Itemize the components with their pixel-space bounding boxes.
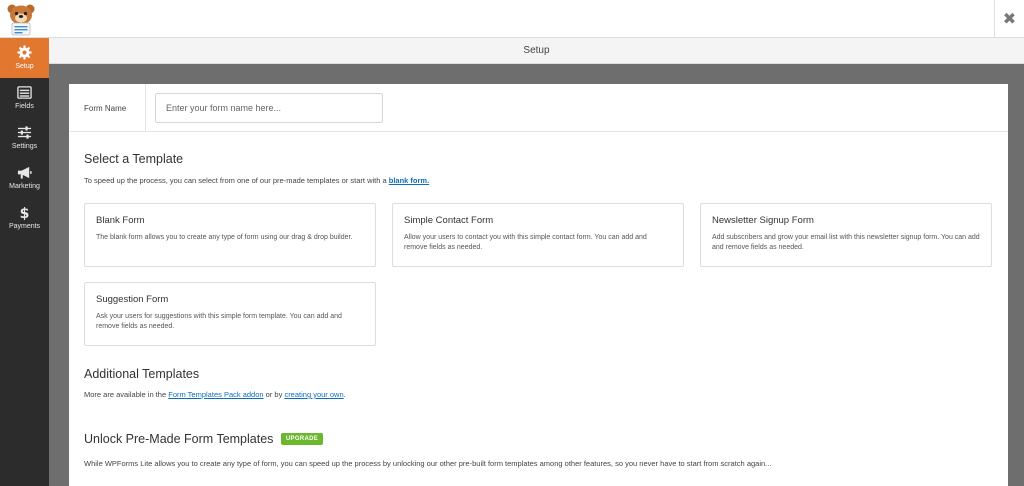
svg-text:$: $	[20, 206, 30, 220]
setup-panel: Form Name Select a Template To speed up …	[69, 84, 1008, 486]
sidebar-item-label: Fields	[15, 103, 34, 110]
sidebar-item-label: Marketing	[9, 183, 40, 190]
text-middle: or by	[265, 390, 283, 399]
sidebar-item-label: Payments	[8, 223, 41, 230]
sliders-icon	[17, 126, 32, 139]
unlock-text: While WPForms Lite allows you to create …	[84, 459, 772, 468]
template-title: Newsletter Signup Form	[712, 215, 814, 226]
text-after: .	[343, 390, 346, 399]
close-icon[interactable]: ✖	[994, 0, 1024, 37]
template-description: Add subscribers and grow your email list…	[712, 234, 980, 251]
template-card-blank-form[interactable]: Blank Form The blank form allows you to …	[84, 203, 376, 267]
builder-canvas: Form Name Select a Template To speed up …	[49, 64, 1024, 486]
select-template-heading: Select a Template	[84, 152, 184, 166]
sidebar-item-setup[interactable]: Setup	[0, 38, 49, 78]
creating-your-own-link[interactable]: creating your own	[284, 390, 343, 399]
sidebar-item-label: Settings	[11, 143, 38, 150]
dollar-icon: $	[20, 206, 30, 220]
form-name-label: Form Name	[69, 84, 146, 132]
form-name-input[interactable]	[155, 93, 383, 123]
wpforms-bear-logo	[4, 2, 38, 36]
template-title: Blank Form	[96, 215, 145, 226]
sidebar-item-payments[interactable]: $ Payments	[0, 198, 49, 238]
template-card-simple-contact-form[interactable]: Simple Contact Form Allow your users to …	[392, 203, 684, 267]
template-description: Allow your users to contact you with thi…	[404, 234, 647, 251]
unlock-heading-row: Unlock Pre-Made Form Templates UPGRADE	[84, 432, 324, 446]
additional-templates-heading: Additional Templates	[84, 367, 200, 381]
template-title: Simple Contact Form	[404, 215, 494, 226]
upgrade-badge[interactable]: UPGRADE	[280, 433, 324, 445]
page-title: Setup	[49, 38, 1024, 64]
sidebar-item-settings[interactable]: Settings	[0, 118, 49, 158]
template-description: Ask your users for suggestions with this…	[96, 313, 342, 330]
form-name-row: Form Name	[69, 84, 1008, 132]
additional-templates-text: More are available in the Form Templates…	[84, 390, 346, 399]
unlock-heading: Unlock Pre-Made Form Templates	[84, 432, 274, 446]
sidebar-item-label: Setup	[15, 63, 34, 70]
text-before: More are available in the	[84, 390, 167, 399]
template-description: The blank form allows you to create any …	[96, 234, 353, 241]
template-title: Suggestion Form	[96, 294, 169, 305]
blank-form-link[interactable]: blank form.	[389, 176, 429, 185]
sidebar-item-fields[interactable]: Fields	[0, 78, 49, 118]
sidebar-item-marketing[interactable]: Marketing	[0, 158, 49, 198]
list-icon	[17, 86, 32, 99]
intro-text: To speed up the process, you can select …	[84, 176, 387, 185]
form-templates-pack-link[interactable]: Form Templates Pack addon	[168, 390, 263, 399]
builder-sidebar: Setup Fields Settings Marketing $ Paymen…	[0, 38, 49, 486]
template-card-newsletter-signup-form[interactable]: Newsletter Signup Form Add subscribers a…	[700, 203, 992, 267]
template-card-suggestion-form[interactable]: Suggestion Form Ask your users for sugge…	[84, 282, 376, 346]
select-template-intro: To speed up the process, you can select …	[84, 176, 429, 185]
top-bar: ✖	[0, 0, 1024, 38]
megaphone-icon	[17, 166, 32, 179]
gear-icon	[17, 45, 32, 60]
